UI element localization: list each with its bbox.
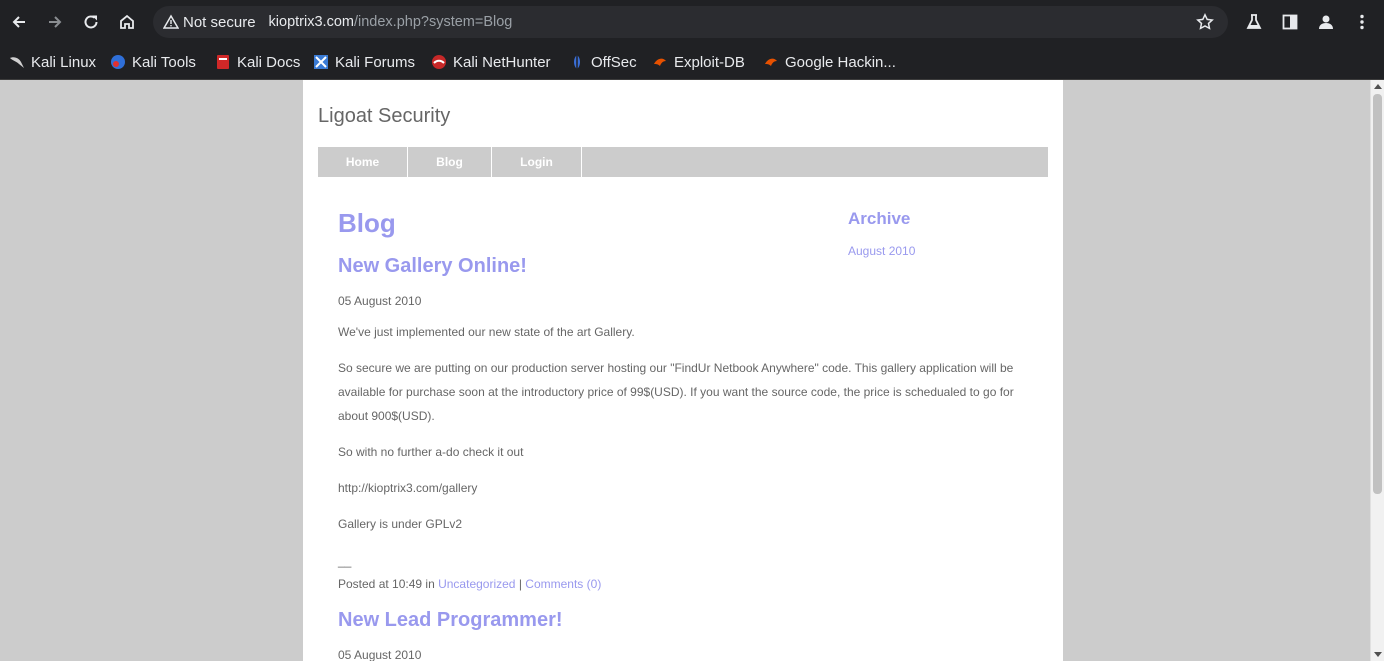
bookmark-exploit-db[interactable]: Exploit-DB — [652, 50, 745, 74]
nav-login[interactable]: Login — [492, 147, 582, 177]
bookmark-kali-docs[interactable]: Kali Docs — [215, 50, 300, 74]
archive-month-link[interactable]: August 2010 — [848, 244, 915, 258]
post-title-gallery[interactable]: New Gallery Online! — [338, 255, 527, 278]
back-icon[interactable] — [5, 8, 33, 36]
exploit-db-icon — [652, 54, 668, 70]
bookmark-kali-tools[interactable]: Kali Tools — [110, 50, 196, 74]
site-title: Ligoat Security — [318, 105, 451, 127]
post-signature: __ — [338, 554, 352, 568]
nav-blog[interactable]: Blog — [408, 147, 492, 177]
post-paragraph: We've just implemented our new state of … — [338, 325, 635, 339]
forward-icon[interactable] — [41, 8, 69, 36]
url-host: kioptrix3.com — [268, 14, 354, 30]
bookmark-google-hacking[interactable]: Google Hackin... — [763, 50, 896, 74]
posted-at-text: Posted at 10:49 in — [338, 577, 435, 591]
bookmark-label: Kali NetHunter — [453, 53, 551, 71]
page-scrollbar[interactable] — [1370, 80, 1384, 661]
bookmark-label: Kali Forums — [335, 53, 416, 71]
bookmark-label: Exploit-DB — [674, 53, 745, 71]
post-paragraph: So secure we are putting on our producti… — [338, 361, 1014, 423]
security-status[interactable]: Not secure — [183, 14, 256, 31]
browser-toolbar: Not secure kioptrix3.com/index.php?syste… — [0, 0, 1384, 44]
post-paragraph: Gallery is under GPLv2 — [338, 517, 463, 531]
post-title-lead-programmer[interactable]: New Lead Programmer! — [338, 609, 563, 632]
content-sheet: Ligoat Security Home Blog Login Blog New… — [303, 80, 1063, 661]
bookmark-kali-forums[interactable]: Kali Forums — [313, 50, 415, 74]
bookmark-label: Kali Tools — [132, 53, 196, 71]
side-panel-icon[interactable] — [1276, 8, 1304, 36]
warning-icon — [163, 14, 179, 30]
offsec-icon — [569, 54, 585, 70]
kali-docs-icon — [215, 54, 231, 70]
bookmarks-bar: Kali Linux Kali Tools Kali Docs Kali For… — [0, 44, 1384, 80]
post-date: 05 August 2010 — [338, 648, 422, 661]
page-heading: Blog — [338, 208, 396, 238]
bookmark-offsec[interactable]: OffSec — [569, 50, 637, 74]
scroll-down-icon[interactable] — [1374, 652, 1382, 657]
kali-dragon-icon — [9, 54, 25, 70]
bookmark-label: Kali Docs — [237, 53, 301, 71]
reload-icon[interactable] — [77, 8, 105, 36]
bookmark-label: Google Hackin... — [785, 53, 896, 71]
bookmark-label: OffSec — [591, 53, 637, 71]
post-paragraph: So with no further a-do check it out — [338, 445, 524, 459]
bookmark-label: Kali Linux — [31, 53, 97, 71]
kali-forums-icon — [313, 54, 329, 70]
nethunter-icon — [431, 54, 447, 70]
ghdb-icon — [763, 54, 779, 70]
star-icon[interactable] — [1196, 13, 1214, 31]
bookmark-kali-nethunter[interactable]: Kali NetHunter — [431, 50, 551, 74]
profile-icon[interactable] — [1312, 8, 1340, 36]
web-page: Ligoat Security Home Blog Login Blog New… — [0, 80, 1370, 661]
menu-icon[interactable] — [1348, 8, 1376, 36]
address-bar[interactable]: Not secure kioptrix3.com/index.php?syste… — [153, 6, 1228, 38]
url-path: /index.php?system=Blog — [353, 14, 513, 30]
scroll-up-icon[interactable] — [1374, 84, 1382, 89]
nav-home[interactable]: Home — [318, 147, 408, 177]
comments-link[interactable]: Comments (0) — [525, 577, 601, 591]
post-date: 05 August 2010 — [338, 294, 422, 308]
scrollbar-thumb[interactable] — [1373, 94, 1382, 494]
kali-tools-icon — [110, 54, 126, 70]
main-nav: Home Blog Login — [318, 147, 1048, 177]
archive-heading: Archive — [848, 209, 911, 228]
home-icon[interactable] — [113, 8, 141, 36]
meta-separator: | — [518, 577, 522, 591]
post-url-text: http://kioptrix3.com/gallery — [338, 481, 478, 495]
category-link[interactable]: Uncategorized — [438, 577, 515, 591]
post-meta: Posted at 10:49 in Uncategorized | Comme… — [338, 572, 601, 596]
labs-icon[interactable] — [1240, 8, 1268, 36]
bookmark-kali-linux[interactable]: Kali Linux — [9, 50, 96, 74]
